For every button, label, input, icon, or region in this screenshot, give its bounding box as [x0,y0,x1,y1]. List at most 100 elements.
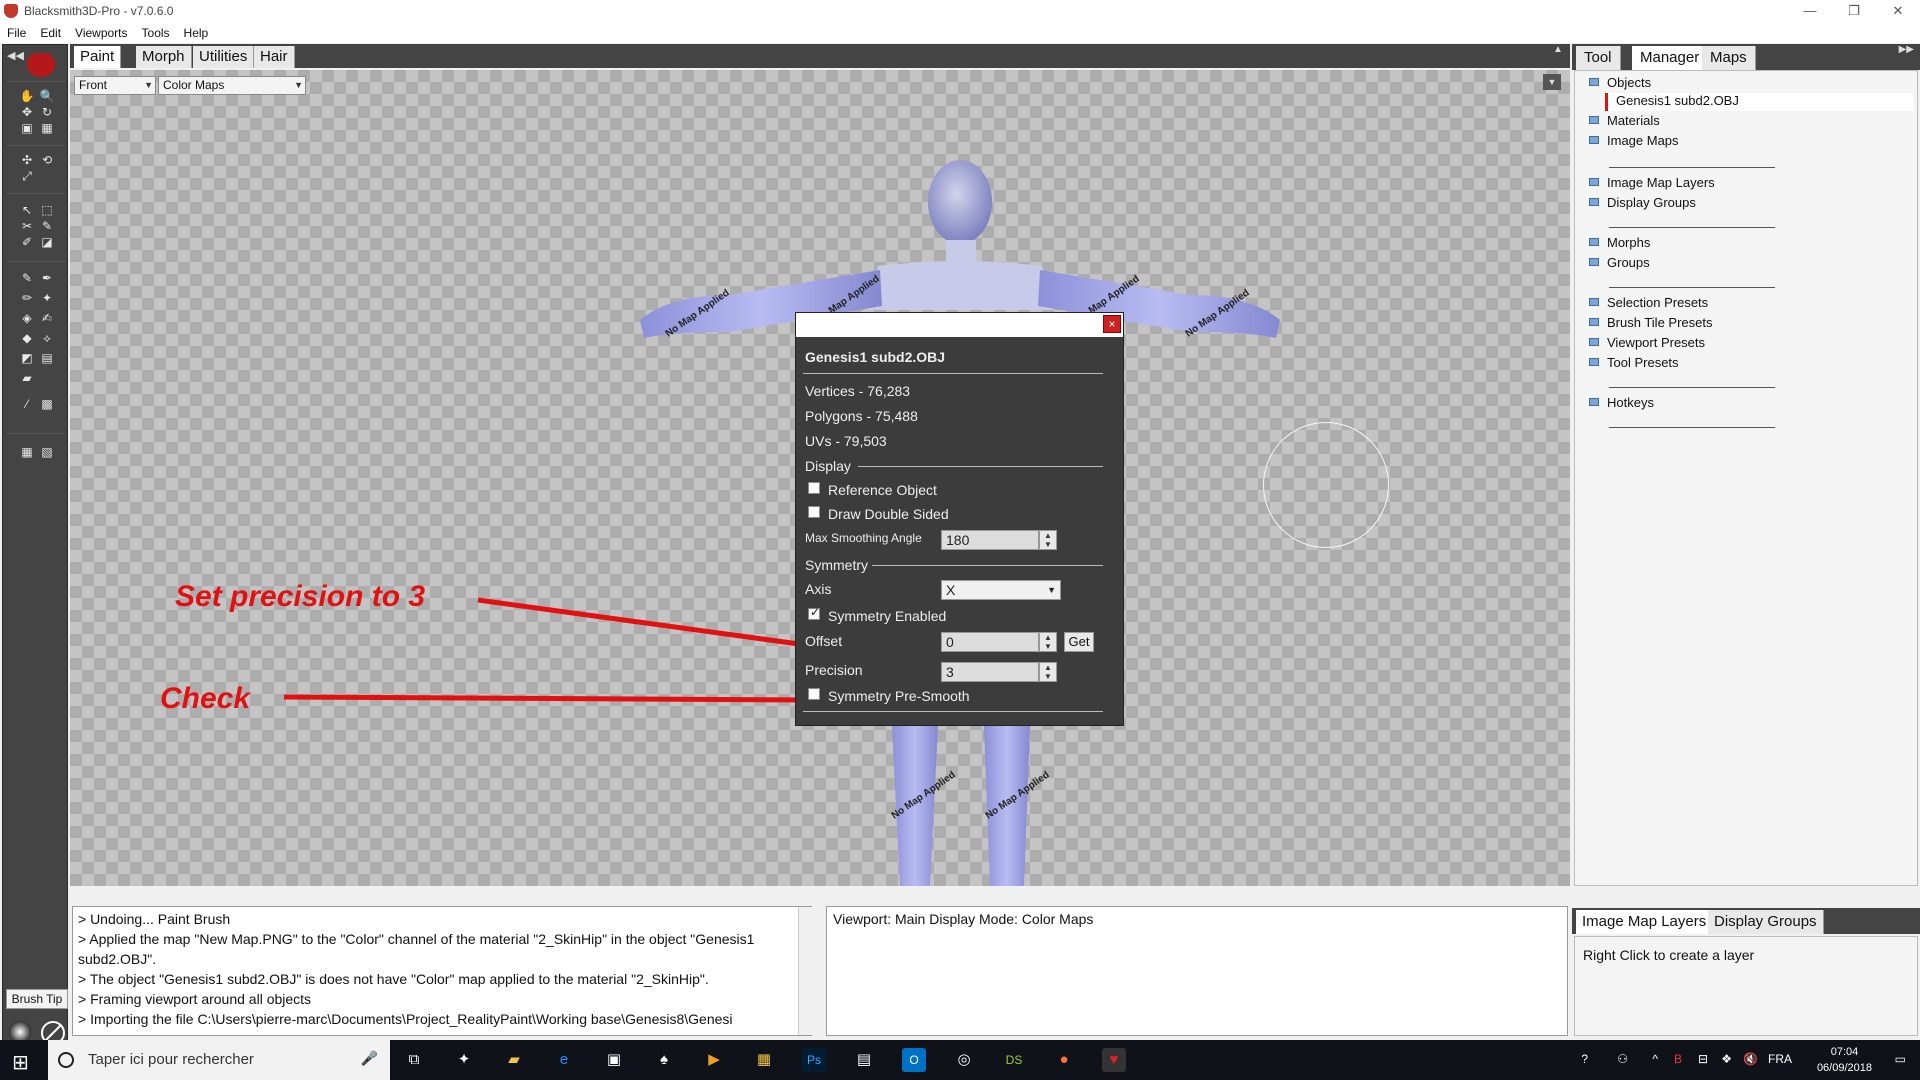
manager-item-brush-tile-presets[interactable]: Brush Tile Presets [1589,315,1713,333]
clock[interactable]: 07:04 06/09/2018 [1817,1044,1872,1076]
search-placeholder: Taper ici pour rechercher [88,1051,254,1068]
axis-label: Axis [805,581,832,597]
language-indicator[interactable]: FRA [1768,1052,1792,1066]
divider [1609,427,1775,428]
log-panel: > Undoing... Paint Brush > Applied the m… [72,906,812,1036]
dropbox-icon[interactable]: ❖ [1721,1052,1732,1066]
symmetry-pre-smooth-checkbox[interactable] [808,688,820,700]
manager-item-objects[interactable]: Objects [1589,75,1651,93]
tab-display-groups[interactable]: Display Groups [1708,910,1824,934]
folder-icon [1589,338,1599,346]
divider [1609,167,1775,168]
dialog-object-name: Genesis1 subd2.OBJ [805,349,946,365]
photoshop-icon[interactable]: Ps [802,1048,826,1072]
taskbar: ⊞ Taper ici pour rechercher 🎤 ⧉ ✦ ▰ e ▣ … [0,1040,1920,1080]
manager-item-hotkeys[interactable]: Hotkeys [1589,395,1654,413]
max-smoothing-input[interactable]: 180 [941,530,1039,550]
offset-input[interactable]: 0 [941,632,1039,652]
offset-stepper[interactable]: ▲ ▼ [1039,632,1057,652]
max-smoothing-stepper[interactable]: ▲ ▼ [1039,530,1057,550]
vertices-count: Vertices - 76,283 [805,383,911,399]
folder-icon [1589,78,1599,86]
tab-manager[interactable]: Manager [1632,46,1709,70]
microphone-icon[interactable]: 🎤 [361,1050,378,1067]
media-player-icon[interactable]: ▶ [702,1048,726,1072]
check-arrow [283,694,813,703]
draw-double-sided-checkbox[interactable] [808,506,820,518]
right-panel-tabs: Tool Manager Maps ▶▶ [1572,44,1920,70]
log-line: > The object "Genesis1 subd2.OBJ" is doe… [78,971,709,987]
manager-item-materials[interactable]: Materials [1589,113,1660,131]
manager-object-item[interactable]: Genesis1 subd2.OBJ [1605,93,1913,111]
folder-icon [1589,178,1599,186]
tab-tool[interactable]: Tool [1576,46,1621,70]
log-line: > Importing the file C:\Users\pierre-mar… [78,1011,733,1027]
layers-panel[interactable]: Right Click to create a layer [1574,936,1918,1036]
collapse-right-icon[interactable]: ▶▶ [1899,44,1914,55]
layers-hint: Right Click to create a layer [1583,947,1755,963]
dialog-title-strip [796,313,1123,337]
antivirus-icon[interactable]: B [1674,1052,1682,1066]
tab-maps[interactable]: Maps [1702,46,1756,70]
log-scrollbar[interactable] [798,907,812,1035]
file-explorer-icon[interactable]: ▰ [502,1048,526,1072]
manager-item-groups[interactable]: Groups [1589,255,1650,273]
tray-expand-icon[interactable]: ^ [1652,1052,1658,1066]
firefox-icon[interactable]: ● [1052,1048,1076,1072]
symmetry-section-label: Symmetry [805,557,868,573]
volume-muted-icon[interactable]: 🔇 [1743,1052,1758,1066]
daz-studio-icon[interactable]: DS [1002,1048,1026,1072]
log-line: > Framing viewport around all objects [78,991,312,1007]
solitaire-icon[interactable]: ♠ [652,1048,676,1072]
notifications-icon[interactable]: ▭ [1895,1052,1906,1066]
cortana-icon [58,1052,74,1068]
axis-select[interactable]: X ▼ [941,580,1061,600]
folder-icon [1589,398,1599,406]
taskbar-search[interactable]: Taper ici pour rechercher 🎤 [48,1040,390,1080]
folder-icon [1589,358,1599,366]
windows-tiles-icon[interactable]: ▦ [752,1048,776,1072]
manager-item-display-groups[interactable]: Display Groups [1589,195,1696,213]
divider [803,711,1103,712]
dialog-close-button[interactable]: × [1103,315,1121,333]
divider [1609,227,1775,228]
manager-item-tool-presets[interactable]: Tool Presets [1589,355,1679,373]
symmetry-enabled-label: Symmetry Enabled [828,608,947,624]
manager-item-morphs[interactable]: Morphs [1589,235,1650,253]
manager-item-image-maps[interactable]: Image Maps [1589,133,1679,151]
manager-item-viewport-presets[interactable]: Viewport Presets [1589,335,1705,353]
object-properties-dialog: × Genesis1 subd2.OBJ Vertices - 76,283 P… [795,312,1124,726]
tab-image-map-layers[interactable]: Image Map Layers [1576,910,1714,934]
log-line: > Undoing... Paint Brush [78,911,231,927]
divider [803,373,1103,374]
precision-stepper[interactable]: ▲ ▼ [1039,662,1057,682]
store-icon[interactable]: ▣ [602,1048,626,1072]
symmetry-pre-smooth-label: Symmetry Pre-Smooth [828,688,970,704]
log-line: > Applied the map "New Map.PNG" to the "… [78,931,755,967]
gpu-app-icon[interactable]: ▤ [852,1048,876,1072]
uvs-count: UVs - 79,503 [805,433,887,449]
symmetry-enabled-checkbox[interactable] [808,605,820,620]
get-offset-button[interactable]: Get [1064,632,1094,652]
reference-object-label: Reference Object [828,482,937,498]
chevron-down-icon: ▼ [1047,585,1056,595]
edge-browser-icon[interactable]: e [552,1048,576,1072]
blacksmith3d-icon[interactable]: ♥ [1102,1048,1126,1072]
clock-time: 07:04 [1830,1046,1859,1058]
steam-icon[interactable]: ◎ [952,1048,976,1072]
divider [872,565,1103,566]
help-icon[interactable]: ? [1581,1052,1588,1066]
status-text: Viewport: Main Display Mode: Color Maps [833,911,1094,927]
people-icon[interactable]: ⚇ [1617,1052,1628,1066]
outlook-icon[interactable]: O [902,1048,926,1072]
precision-input[interactable]: 3 [941,662,1039,682]
reference-object-checkbox[interactable] [808,482,820,494]
task-view-icon[interactable]: ⧉ [402,1048,426,1072]
offset-label: Offset [805,633,843,649]
axis-value: X [946,582,956,598]
manager-item-image-map-layers[interactable]: Image Map Layers [1589,175,1715,193]
manager-item-selection-presets[interactable]: Selection Presets [1589,295,1708,313]
network-icon[interactable]: ⊟ [1698,1052,1708,1066]
pinned-app-icon[interactable]: ✦ [452,1048,476,1072]
windows-start-icon[interactable]: ⊞ [12,1050,29,1075]
